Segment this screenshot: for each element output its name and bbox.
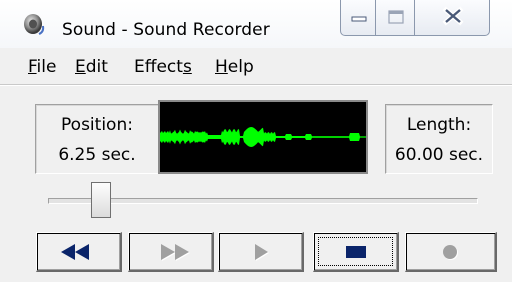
position-slider-track[interactable] [48, 198, 478, 204]
menu-edit[interactable]: Edit [75, 57, 108, 77]
menu-bar: File Edit Effects Help [0, 54, 512, 80]
fast-forward-icon [161, 244, 190, 261]
length-value: 60.00 sec. [394, 145, 484, 165]
rewind-icon [61, 244, 89, 260]
play-icon [255, 244, 269, 261]
waveform [160, 127, 366, 147]
minimize-icon [351, 16, 367, 22]
stop-icon [346, 246, 366, 258]
length-panel: Length: 60.00 sec. [385, 104, 493, 174]
record-icon [443, 245, 458, 260]
menu-file[interactable]: File [28, 57, 56, 77]
menu-effects[interactable]: Effects [134, 57, 192, 77]
close-button[interactable] [414, 0, 490, 36]
window-title: Sound - Sound Recorder [62, 20, 270, 40]
position-panel: Position: 6.25 sec. [35, 104, 159, 174]
record-button[interactable] [405, 232, 497, 272]
sound-recorder-window: Sound - Sound Recorder File Edit Effects… [0, 0, 512, 282]
play-button[interactable] [218, 232, 304, 272]
minimize-button[interactable] [340, 0, 376, 36]
seek-to-end-button[interactable] [128, 232, 214, 272]
position-value: 6.25 sec. [58, 145, 136, 165]
maximize-icon [388, 10, 404, 24]
waveform-display [158, 100, 368, 174]
length-label: Length: [406, 115, 472, 135]
menu-help[interactable]: Help [215, 57, 254, 77]
title-bar[interactable]: Sound - Sound Recorder [0, 0, 512, 48]
position-slider-thumb[interactable] [91, 182, 111, 218]
menu-divider [0, 84, 512, 86]
seek-to-start-button[interactable] [36, 232, 122, 272]
maximize-button[interactable] [375, 0, 415, 36]
speaker-icon[interactable] [22, 12, 48, 38]
stop-button[interactable] [313, 232, 399, 272]
position-label: Position: [61, 115, 133, 135]
close-icon [442, 6, 464, 26]
